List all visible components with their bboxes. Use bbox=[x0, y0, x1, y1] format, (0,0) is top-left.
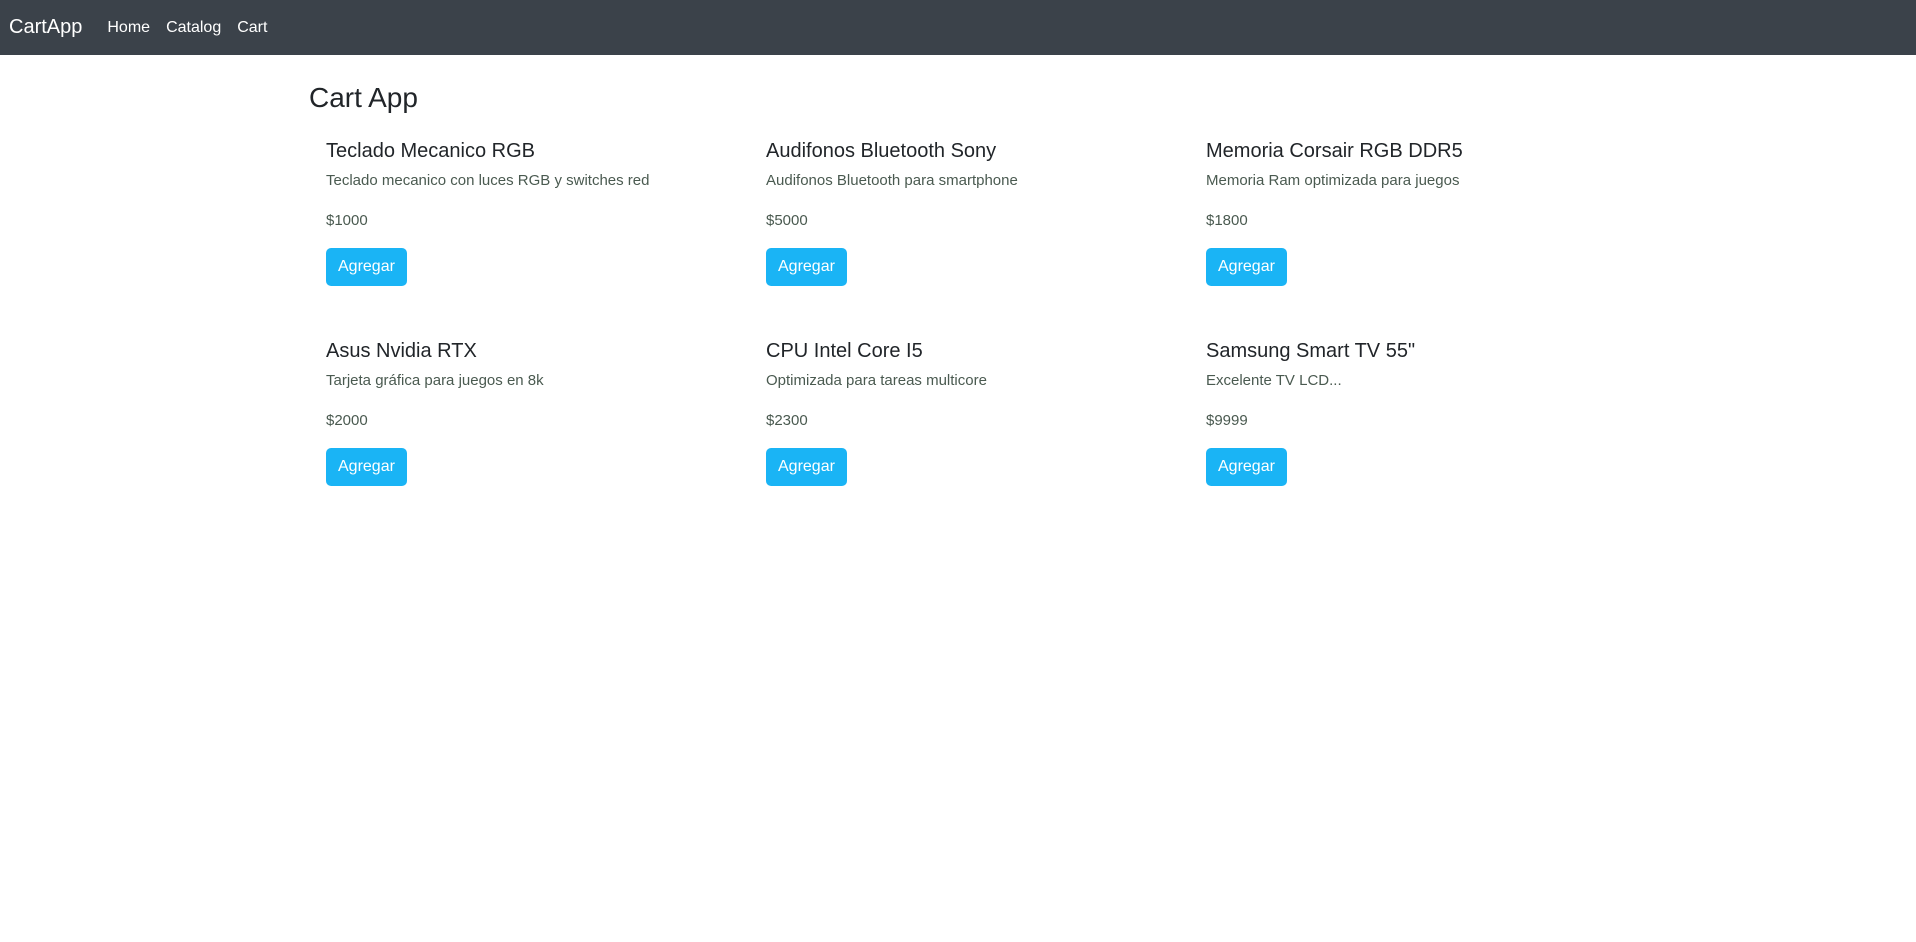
product-description: Teclado mecanico con luces RGB y switche… bbox=[326, 172, 650, 189]
product-description: Memoria Ram optimizada para juegos bbox=[1206, 172, 1460, 189]
product-card: CPU Intel Core I5 Optimizada para tareas… bbox=[749, 339, 1189, 539]
add-to-cart-button[interactable]: Agregar bbox=[1206, 448, 1287, 486]
product-grid: Teclado Mecanico RGB Teclado mecanico co… bbox=[309, 139, 1609, 539]
product-description: Audifonos Bluetooth para smartphone bbox=[766, 172, 1018, 189]
product-name: Memoria Corsair RGB DDR5 bbox=[1206, 140, 1463, 162]
add-to-cart-button[interactable]: Agregar bbox=[326, 248, 407, 286]
add-to-cart-button[interactable]: Agregar bbox=[326, 448, 407, 486]
product-description: Tarjeta gráfica para juegos en 8k bbox=[326, 372, 544, 389]
nav-link-catalog[interactable]: Catalog bbox=[166, 19, 221, 37]
nav-link-home[interactable]: Home bbox=[107, 19, 150, 37]
product-card: Asus Nvidia RTX Tarjeta gráfica para jue… bbox=[309, 339, 749, 539]
product-description: Excelente TV LCD... bbox=[1206, 372, 1342, 389]
product-name: CPU Intel Core I5 bbox=[766, 340, 923, 362]
product-name: Audifonos Bluetooth Sony bbox=[766, 140, 997, 162]
product-card: Teclado Mecanico RGB Teclado mecanico co… bbox=[309, 139, 749, 339]
product-card: Samsung Smart TV 55" Excelente TV LCD...… bbox=[1189, 339, 1629, 539]
add-to-cart-button[interactable]: Agregar bbox=[1206, 248, 1287, 286]
product-price: $1800 bbox=[1206, 212, 1248, 229]
add-to-cart-button[interactable]: Agregar bbox=[766, 448, 847, 486]
nav-link-cart[interactable]: Cart bbox=[237, 19, 267, 37]
product-price: $1000 bbox=[326, 212, 368, 229]
product-description: Optimizada para tareas multicore bbox=[766, 372, 987, 389]
product-card: Audifonos Bluetooth Sony Audifonos Bluet… bbox=[749, 139, 1189, 339]
navbar: CartApp Home Catalog Cart bbox=[0, 0, 1916, 55]
brand-link[interactable]: CartApp bbox=[9, 16, 82, 39]
product-price: $2000 bbox=[326, 412, 368, 429]
page-title: Cart App bbox=[309, 82, 418, 113]
main-container: Cart App Teclado Mecanico RGB Teclado me… bbox=[309, 55, 1609, 539]
add-to-cart-button[interactable]: Agregar bbox=[766, 248, 847, 286]
product-price: $2300 bbox=[766, 412, 808, 429]
product-card: Memoria Corsair RGB DDR5 Memoria Ram opt… bbox=[1189, 139, 1629, 339]
product-price: $9999 bbox=[1206, 412, 1248, 429]
product-name: Asus Nvidia RTX bbox=[326, 340, 477, 362]
product-name: Samsung Smart TV 55" bbox=[1206, 340, 1416, 362]
product-name: Teclado Mecanico RGB bbox=[326, 140, 535, 162]
product-price: $5000 bbox=[766, 212, 808, 229]
